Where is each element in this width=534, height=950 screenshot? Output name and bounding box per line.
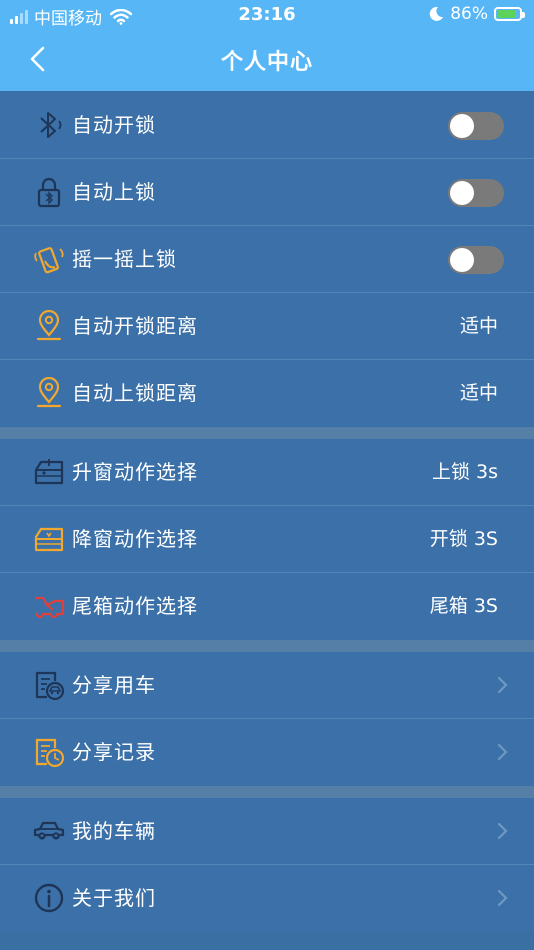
window-down-label: 降窗动作选择 xyxy=(72,527,198,551)
auto-unlock-label: 自动开锁 xyxy=(72,113,156,137)
auto-lock-toggle[interactable] xyxy=(448,179,504,207)
chevron-right-icon xyxy=(497,676,508,694)
my-vehicle-row[interactable]: 我的车辆 xyxy=(0,798,534,865)
shake-lock-row: 摇一摇上锁 xyxy=(0,226,534,293)
section-divider xyxy=(0,427,534,439)
battery-percent: 86% xyxy=(450,4,488,24)
location-pin-icon xyxy=(36,310,62,341)
section-divider xyxy=(0,640,534,652)
share-car-row[interactable]: 分享用车 xyxy=(0,652,534,719)
settings-group-window: 升窗动作选择 上锁 3s 降窗动作选择 开锁 3S 尾箱动作选择 尾箱 3S xyxy=(0,439,534,639)
auto-unlock-distance-label: 自动开锁距离 xyxy=(72,314,198,338)
window-up-label: 升窗动作选择 xyxy=(72,460,198,484)
auto-lock-distance-value: 适中 xyxy=(459,382,498,404)
auto-unlock-distance-value: 适中 xyxy=(459,315,498,337)
window-down-icon xyxy=(34,527,64,552)
window-up-value: 上锁 3s xyxy=(431,461,498,483)
window-up-icon xyxy=(34,459,64,485)
window-up-row[interactable]: 升窗动作选择 上锁 3s xyxy=(0,439,534,506)
settings-group-about: 我的车辆 关于我们 xyxy=(0,798,534,931)
settings-group-share: 分享用车 分享记录 xyxy=(0,652,534,785)
share-record-row[interactable]: 分享记录 xyxy=(0,719,534,785)
auto-lock-row: 自动上锁 xyxy=(0,159,534,226)
location-pin-icon xyxy=(36,377,62,408)
about-us-row[interactable]: 关于我们 xyxy=(0,865,534,931)
window-down-value: 开锁 3S xyxy=(429,528,498,550)
share-car-label: 分享用车 xyxy=(72,673,156,697)
share-record-label: 分享记录 xyxy=(72,740,156,764)
auto-unlock-distance-row[interactable]: 自动开锁距离 适中 xyxy=(0,293,534,360)
shake-lock-label: 摇一摇上锁 xyxy=(72,247,177,271)
share-record-icon xyxy=(35,738,65,768)
shake-lock-toggle[interactable] xyxy=(448,246,504,274)
shake-phone-icon xyxy=(34,247,64,274)
trunk-row[interactable]: 尾箱动作选择 尾箱 3S xyxy=(0,573,534,639)
about-us-label: 关于我们 xyxy=(72,886,156,910)
car-icon xyxy=(33,821,65,840)
battery-icon xyxy=(494,7,525,21)
nav-bar: 个人中心 xyxy=(0,30,534,91)
bluetooth-lock-icon xyxy=(37,177,61,208)
trunk-value: 尾箱 3S xyxy=(429,595,498,617)
section-divider xyxy=(0,786,534,798)
auto-unlock-row: 自动开锁 xyxy=(0,92,534,159)
chevron-right-icon xyxy=(497,743,508,761)
share-car-icon xyxy=(35,671,65,701)
trunk-label: 尾箱动作选择 xyxy=(72,594,198,618)
status-bar: 中国移动 23:16 86% xyxy=(0,0,534,30)
bluetooth-icon xyxy=(40,112,62,138)
auto-lock-distance-label: 自动上锁距离 xyxy=(72,381,198,405)
my-vehicle-label: 我的车辆 xyxy=(72,819,156,843)
chevron-right-icon xyxy=(497,822,508,840)
top-bar: 中国移动 23:16 86% 个人中心 xyxy=(0,0,534,91)
moon-icon xyxy=(429,6,444,21)
window-down-row[interactable]: 降窗动作选择 开锁 3S xyxy=(0,506,534,573)
page-title: 个人中心 xyxy=(220,50,313,75)
auto-lock-label: 自动上锁 xyxy=(72,180,156,204)
chevron-right-icon xyxy=(497,889,508,907)
settings-group-auto: 自动开锁 自动上锁 摇一摇上锁 自动开锁距离 适中 自动上锁距离 适中 xyxy=(0,92,534,426)
auto-lock-distance-row[interactable]: 自动上锁距离 适中 xyxy=(0,360,534,426)
info-icon xyxy=(34,883,64,913)
auto-unlock-toggle[interactable] xyxy=(448,112,504,140)
trunk-icon xyxy=(35,596,65,619)
